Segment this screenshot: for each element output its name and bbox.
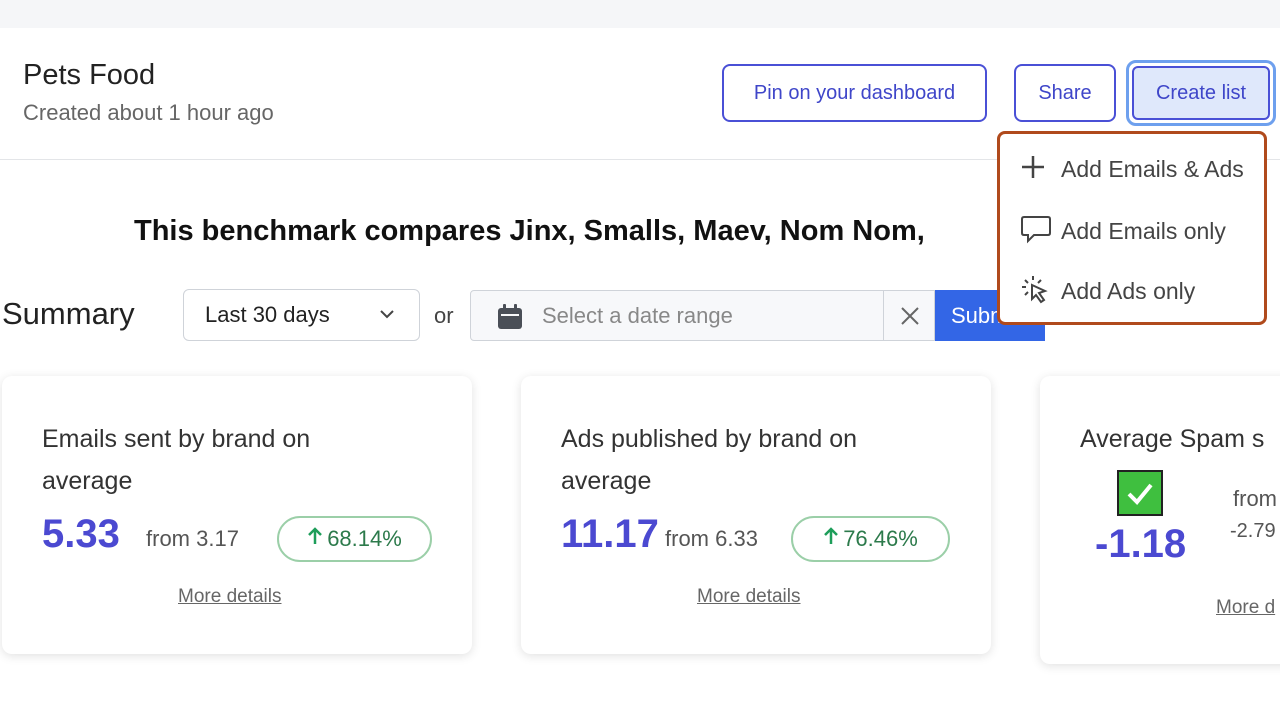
calendar-icon <box>496 303 524 336</box>
metric-value: 5.33 <box>42 512 120 556</box>
chevron-down-icon <box>377 304 397 330</box>
change-badge: 76.46% <box>791 516 950 562</box>
create-list-label: Create list <box>1132 66 1270 120</box>
date-range-input[interactable]: Select a date range <box>470 290 935 341</box>
divider <box>883 291 884 340</box>
metric-from: from <box>1233 486 1277 511</box>
page-title: Pets Food <box>23 59 156 91</box>
card-title: Average Spam s <box>1080 425 1265 453</box>
create-list-button[interactable]: Create list <box>1126 60 1276 126</box>
menu-item-label: Add Emails only <box>1061 217 1226 244</box>
menu-item-add-emails-ads[interactable]: Add Emails & Ads <box>1000 143 1264 195</box>
date-range-placeholder: Select a date range <box>542 303 733 328</box>
summary-heading: Summary <box>2 296 135 331</box>
menu-item-add-emails-only[interactable]: Add Emails only <box>1000 205 1264 257</box>
metric-from: from 6.33 <box>665 526 758 551</box>
benchmark-headline: This benchmark compares Jinx, Smalls, Ma… <box>134 215 925 247</box>
clear-icon[interactable] <box>898 304 922 333</box>
create-list-dropdown: Add Emails & Ads Add Emails only Add Ads… <box>997 131 1267 325</box>
card-title: Emails sent by brand on average <box>42 425 311 495</box>
top-bar <box>0 0 1280 29</box>
more-details-link[interactable]: More d <box>1216 597 1275 619</box>
menu-item-add-ads-only[interactable]: Add Ads only <box>1000 265 1264 317</box>
change-value: 76.46% <box>843 526 918 551</box>
plus-icon <box>1020 154 1046 185</box>
page-subtitle: Created about 1 hour ago <box>23 100 274 125</box>
pin-dashboard-button[interactable]: Pin on your dashboard <box>722 64 987 122</box>
period-select-value: Last 30 days <box>205 302 330 327</box>
metric-value: 11.17 <box>561 512 659 556</box>
metric-from-value: -2.79 <box>1230 520 1276 542</box>
checkmark-icon <box>1117 470 1163 516</box>
metric-from: from 3.17 <box>146 526 239 551</box>
speech-bubble-icon <box>1020 214 1052 249</box>
card-title: Ads published by brand on average <box>561 425 858 495</box>
metric-value: -1.18 <box>1095 522 1187 566</box>
period-select[interactable]: Last 30 days <box>183 289 420 341</box>
metric-card-emails: Emails sent by brand on average 5.33 fro… <box>2 376 472 654</box>
menu-item-label: Add Ads only <box>1061 277 1196 304</box>
metric-card-spam: Average Spam s -1.18 from -2.79 More d <box>1040 376 1280 664</box>
click-cursor-icon <box>1020 274 1050 309</box>
more-details-link[interactable]: More details <box>178 586 282 608</box>
change-badge: 68.14% <box>277 516 432 562</box>
or-text: or <box>434 303 454 328</box>
arrow-up-icon <box>307 526 323 552</box>
arrow-up-icon <box>823 526 839 552</box>
metric-card-ads: Ads published by brand on average 11.17 … <box>521 376 991 654</box>
menu-item-label: Add Emails & Ads <box>1061 155 1244 182</box>
share-button[interactable]: Share <box>1014 64 1116 122</box>
more-details-link[interactable]: More details <box>697 586 801 608</box>
change-value: 68.14% <box>327 526 402 551</box>
